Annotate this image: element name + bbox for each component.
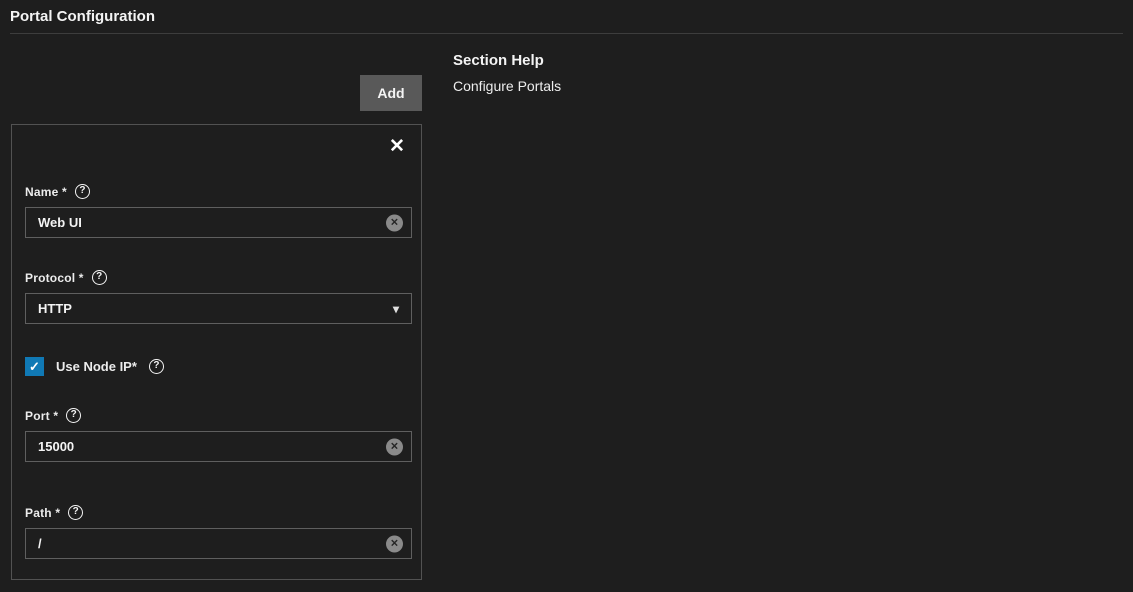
port-label: Port * bbox=[25, 409, 58, 423]
clear-icon[interactable]: ✕ bbox=[386, 438, 403, 455]
protocol-field-group: Protocol * ? HTTP ▾ bbox=[25, 270, 412, 324]
close-icon[interactable]: ✕ bbox=[383, 133, 411, 161]
section-help: Section Help Configure Portals bbox=[453, 52, 561, 94]
protocol-label: Protocol * bbox=[25, 271, 84, 285]
path-field-group: Path * ? ✕ bbox=[25, 505, 412, 559]
protocol-select[interactable]: HTTP ▾ bbox=[25, 293, 412, 324]
name-input[interactable] bbox=[25, 207, 412, 238]
help-icon[interactable]: ? bbox=[149, 359, 164, 374]
use-node-ip-field-group: ✓ Use Node IP* ? bbox=[25, 357, 412, 376]
help-icon[interactable]: ? bbox=[68, 505, 83, 520]
name-field-group: Name * ? ✕ bbox=[25, 184, 412, 238]
port-field-group: Port * ? ✕ bbox=[25, 408, 412, 462]
add-button[interactable]: Add bbox=[360, 75, 422, 111]
clear-icon[interactable]: ✕ bbox=[386, 535, 403, 552]
header-divider bbox=[10, 33, 1123, 34]
checkbox-checked-icon[interactable]: ✓ bbox=[25, 357, 44, 376]
help-icon[interactable]: ? bbox=[92, 270, 107, 285]
portal-form-panel: ✕ Name * ? ✕ Protocol * ? HTTP ▾ ✓ Use N… bbox=[11, 124, 422, 580]
help-icon[interactable]: ? bbox=[75, 184, 90, 199]
name-label: Name * bbox=[25, 185, 67, 199]
use-node-ip-label: Use Node IP* bbox=[56, 359, 137, 374]
section-help-title: Section Help bbox=[453, 52, 561, 69]
path-input[interactable] bbox=[25, 528, 412, 559]
section-help-body: Configure Portals bbox=[453, 78, 561, 94]
page-title: Portal Configuration bbox=[10, 8, 155, 25]
help-icon[interactable]: ? bbox=[66, 408, 81, 423]
chevron-down-icon: ▾ bbox=[393, 303, 399, 315]
use-node-ip-checkbox[interactable]: ✓ Use Node IP* ? bbox=[25, 357, 412, 376]
path-label: Path * bbox=[25, 506, 60, 520]
clear-icon[interactable]: ✕ bbox=[386, 214, 403, 231]
protocol-selected-value: HTTP bbox=[38, 301, 72, 316]
port-input[interactable] bbox=[25, 431, 412, 462]
